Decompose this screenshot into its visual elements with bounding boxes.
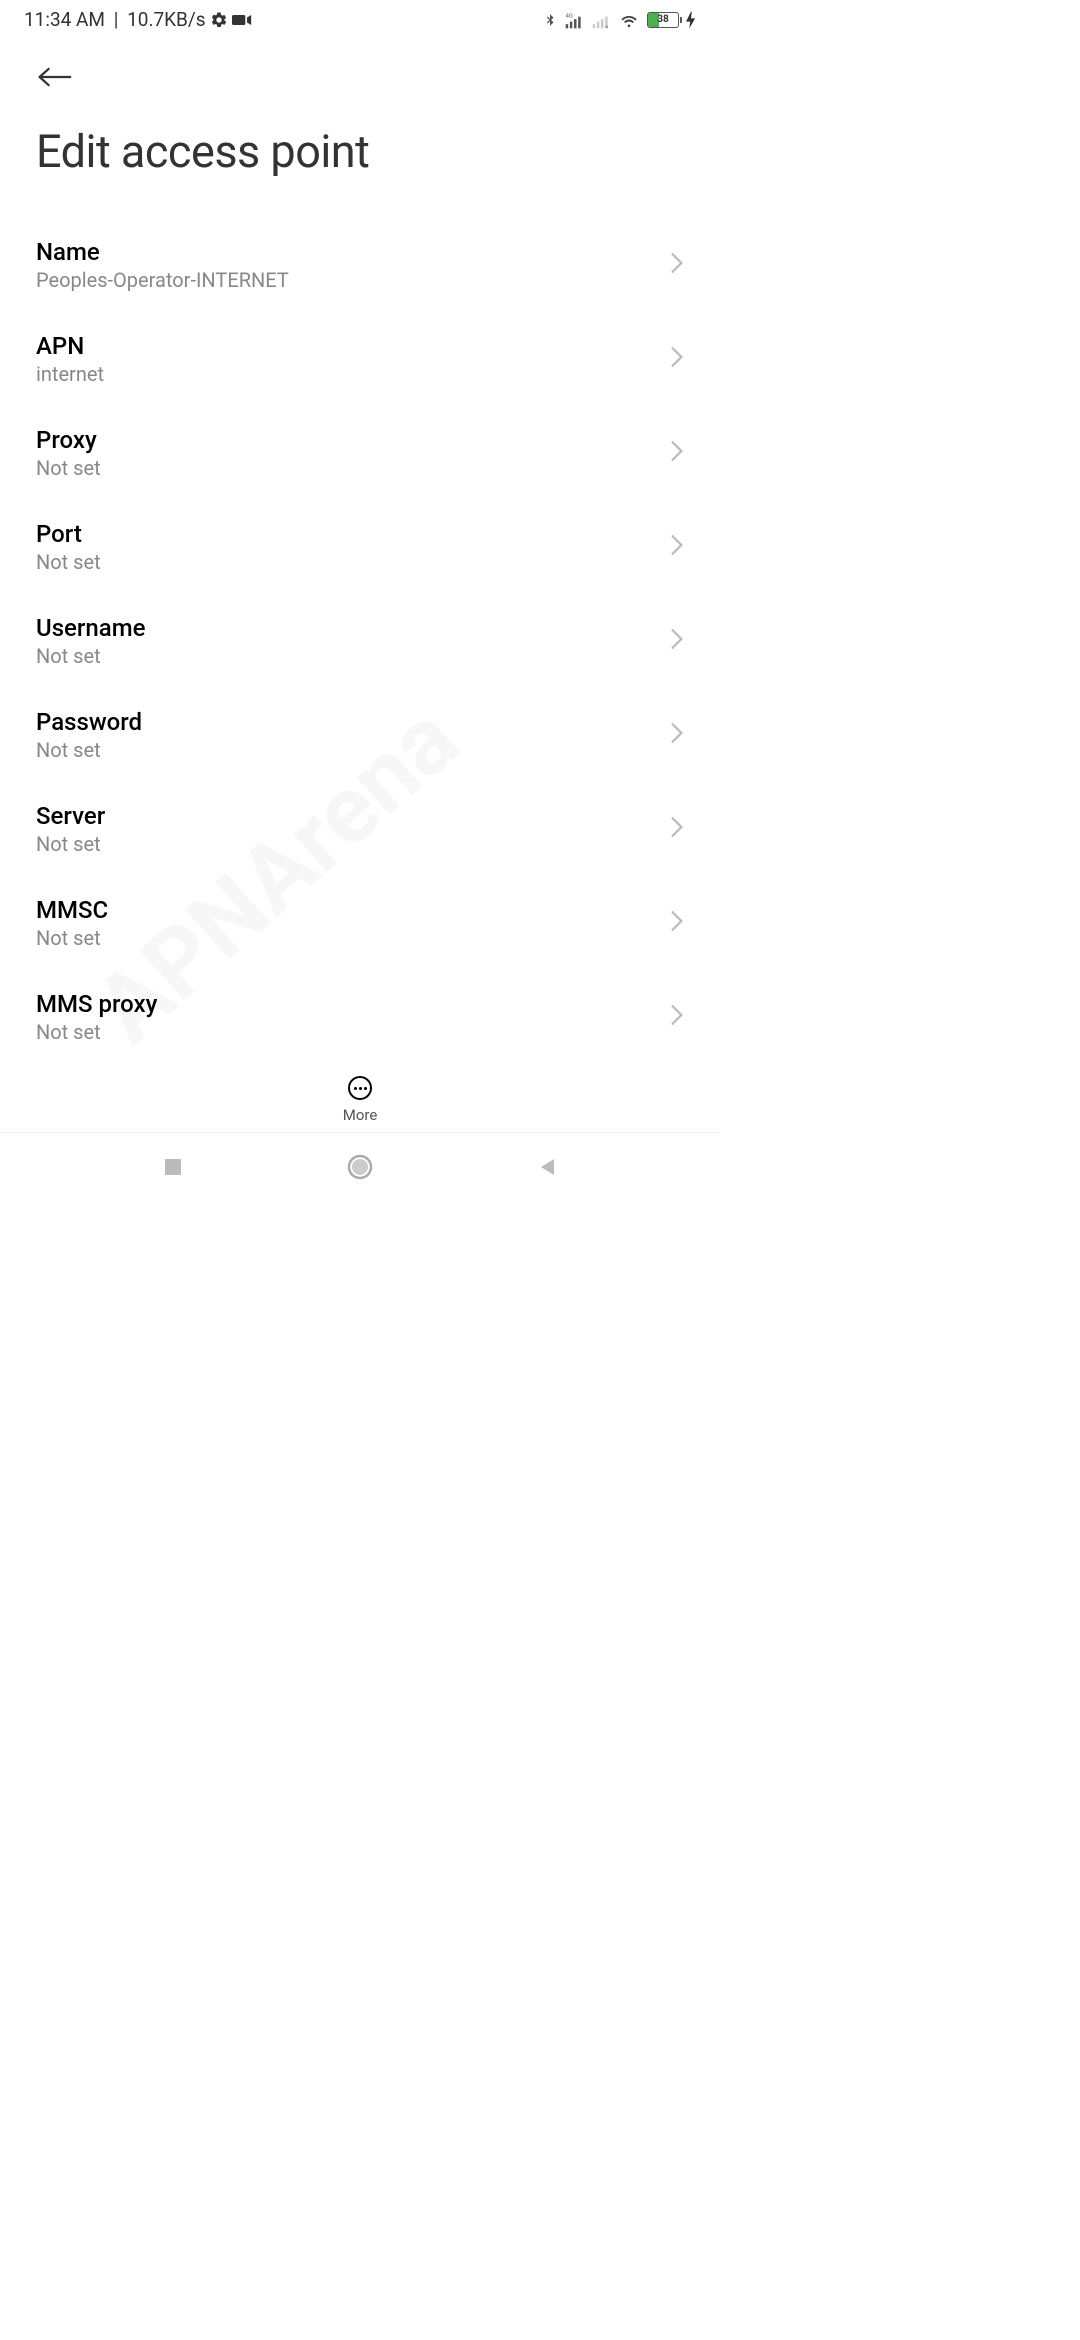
nav-home-button[interactable] xyxy=(340,1147,380,1187)
chevron-right-icon xyxy=(670,440,684,466)
setting-label: Port xyxy=(36,520,101,548)
setting-username[interactable]: Username Not set xyxy=(36,594,684,688)
bottom-toolbar: More xyxy=(0,1064,720,1132)
status-separator: | xyxy=(109,8,123,31)
setting-label: Proxy xyxy=(36,426,101,454)
setting-value: Not set xyxy=(36,1020,157,1044)
setting-value: Not set xyxy=(36,550,101,574)
setting-label: Server xyxy=(36,802,105,830)
camera-icon xyxy=(232,13,252,27)
setting-mmsc[interactable]: MMSC Not set xyxy=(36,876,684,970)
setting-label: Name xyxy=(36,238,289,266)
chevron-right-icon xyxy=(670,534,684,560)
chevron-right-icon xyxy=(670,816,684,842)
setting-label: MMSC xyxy=(36,896,108,924)
chevron-right-icon xyxy=(670,1004,684,1030)
signal-4g-icon: 4G xyxy=(564,11,584,29)
chevron-right-icon xyxy=(670,346,684,372)
setting-name[interactable]: Name Peoples-Operator-INTERNET xyxy=(36,218,684,312)
setting-value: Not set xyxy=(36,926,108,950)
more-button[interactable]: More xyxy=(343,1076,378,1124)
circle-icon xyxy=(347,1154,373,1180)
status-data-rate: 10.7KB/s xyxy=(127,8,205,31)
triangle-left-icon xyxy=(537,1157,557,1177)
chevron-right-icon xyxy=(670,722,684,748)
more-icon xyxy=(348,1076,372,1100)
setting-mms-proxy[interactable]: MMS proxy Not set xyxy=(36,970,684,1064)
charging-icon xyxy=(686,11,696,29)
setting-server[interactable]: Server Not set xyxy=(36,782,684,876)
chevron-right-icon xyxy=(670,628,684,654)
more-label: More xyxy=(343,1106,378,1124)
setting-label: Username xyxy=(36,614,145,642)
setting-value: Not set xyxy=(36,456,101,480)
chevron-right-icon xyxy=(670,910,684,936)
page-title: Edit access point xyxy=(36,125,684,178)
setting-label: Password xyxy=(36,708,142,736)
arrow-left-icon xyxy=(36,65,72,89)
nav-bar xyxy=(0,1132,720,1201)
svg-text:4G: 4G xyxy=(566,13,573,19)
wifi-icon xyxy=(618,11,640,29)
setting-value: Peoples-Operator-INTERNET xyxy=(36,268,289,292)
settings-list: Name Peoples-Operator-INTERNET APN inter… xyxy=(0,218,720,1064)
setting-value: Not set xyxy=(36,738,142,762)
setting-password[interactable]: Password Not set xyxy=(36,688,684,782)
nav-recents-button[interactable] xyxy=(153,1147,193,1187)
nav-back-button[interactable] xyxy=(527,1147,567,1187)
signal-none-icon: × xyxy=(591,11,611,29)
status-bar: 11:34 AM | 10.7KB/s 4G × 38 xyxy=(0,0,720,37)
setting-proxy[interactable]: Proxy Not set xyxy=(36,406,684,500)
setting-value: Not set xyxy=(36,832,105,856)
setting-apn[interactable]: APN internet xyxy=(36,312,684,406)
status-time: 11:34 AM xyxy=(24,8,105,31)
setting-label: APN xyxy=(36,332,104,360)
gear-icon xyxy=(210,11,228,29)
back-button[interactable] xyxy=(36,53,84,101)
chevron-right-icon xyxy=(670,252,684,278)
setting-label: MMS proxy xyxy=(36,990,157,1018)
bluetooth-icon xyxy=(543,10,557,30)
setting-value: internet xyxy=(36,362,104,386)
battery-percent: 38 xyxy=(648,14,678,25)
svg-text:×: × xyxy=(605,24,608,29)
battery-icon: 38 xyxy=(647,12,679,28)
setting-value: Not set xyxy=(36,644,145,668)
setting-port[interactable]: Port Not set xyxy=(36,500,684,594)
square-icon xyxy=(163,1157,183,1177)
